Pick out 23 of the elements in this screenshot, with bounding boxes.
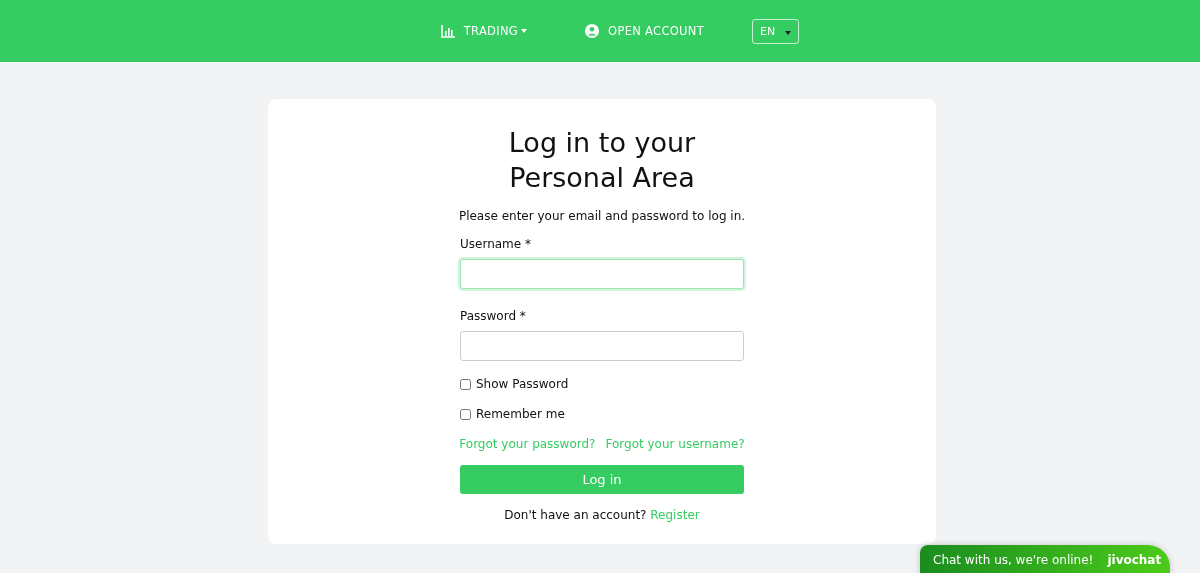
nav-link[interactable]: OPEN ACCOUNT — [585, 24, 704, 38]
chat-widget[interactable]: Chat with us, we're online! jivochat — [920, 545, 1170, 573]
bar-chart-icon — [440, 24, 455, 38]
checkbox-label: Remember me — [476, 407, 565, 421]
nav-link[interactable]: TRADING — [440, 24, 528, 38]
chat-message: Chat with us, we're online! — [933, 553, 1094, 567]
input-field[interactable] — [460, 259, 744, 289]
link[interactable]: Forgot your username? — [605, 437, 745, 451]
register-link[interactable]: Register — [650, 508, 700, 522]
instruction-text: Please enter your email and password to log in. — [458, 209, 746, 223]
login-button[interactable]: Log in — [460, 465, 744, 494]
language-select[interactable]: EN — [752, 18, 800, 44]
checkbox[interactable] — [460, 378, 471, 390]
user-icon — [585, 24, 600, 38]
input-field[interactable] — [460, 331, 744, 361]
checkbox-label: Show Password — [476, 377, 569, 391]
checkbox[interactable] — [460, 408, 471, 420]
field-label: Username * — [460, 237, 532, 251]
link[interactable]: Forgot your password? — [459, 437, 596, 451]
register-prompt: Don't have an account? — [504, 508, 647, 522]
page-title: Log in to your Personal Area — [507, 126, 697, 195]
chat-brand: jivochat — [1107, 553, 1162, 567]
field-label: Password * — [460, 309, 527, 323]
